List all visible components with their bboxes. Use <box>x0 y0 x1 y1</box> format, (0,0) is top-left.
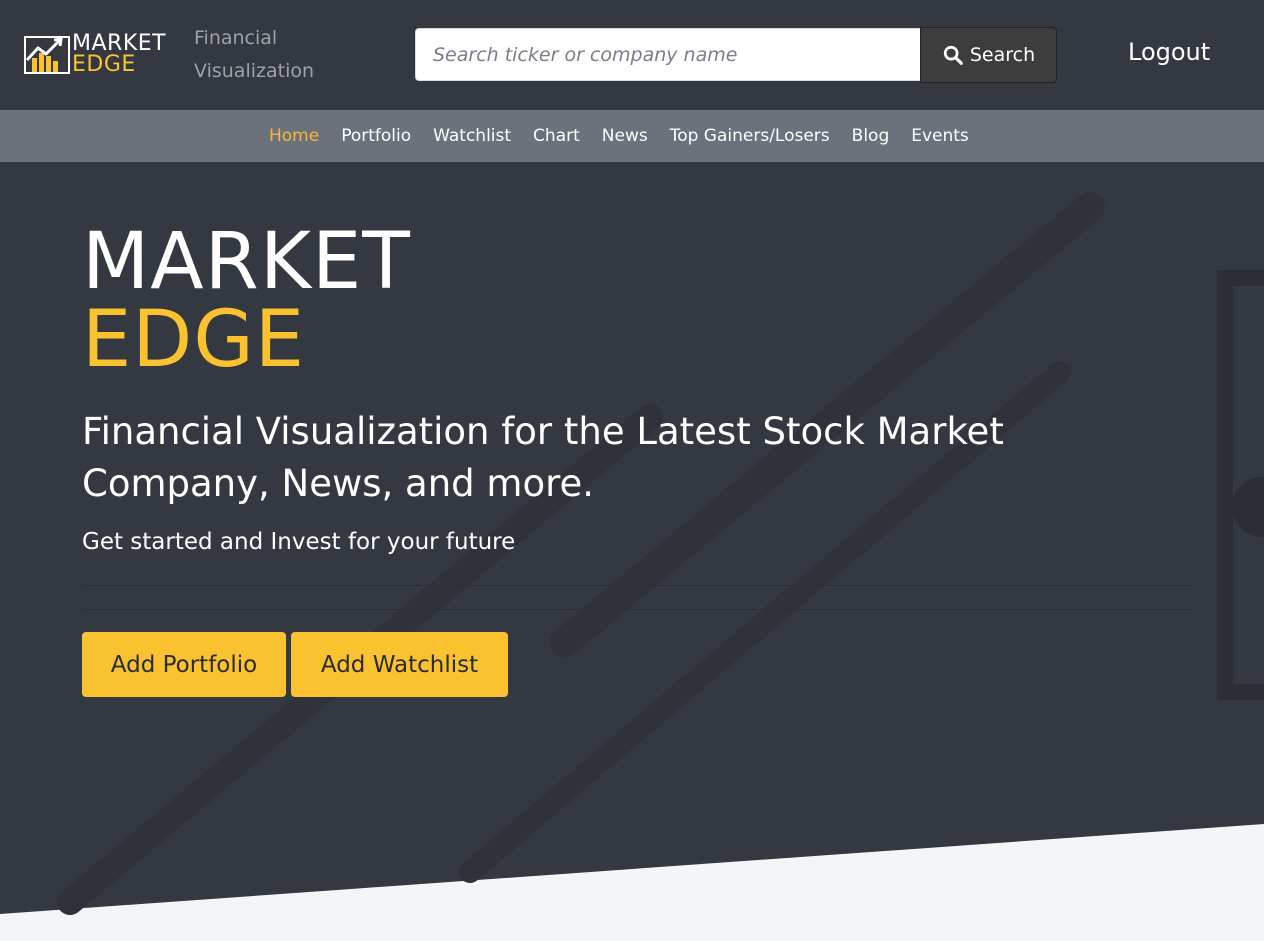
nav-item-watchlist[interactable]: Watchlist <box>422 126 522 146</box>
logout-link[interactable]: Logout <box>1128 38 1210 66</box>
hero-subtitle: Get started and Invest for your future <box>82 529 516 555</box>
brand-logo[interactable]: MARKET EDGE <box>24 32 172 77</box>
nav-item-blog[interactable]: Blog <box>841 126 901 146</box>
nav-items: Home Portfolio Watchlist Chart News Top … <box>258 110 980 162</box>
main-nav: Home Portfolio Watchlist Chart News Top … <box>0 110 1264 162</box>
hero-lead-text: Financial Visualization for the Latest S… <box>82 410 1004 505</box>
nav-item-news[interactable]: News <box>591 126 659 146</box>
hero-title-edge: EDGE <box>82 295 306 385</box>
hero-title-market: MARKET <box>82 217 411 307</box>
chart-logo-icon <box>24 36 70 74</box>
search-button-label: Search <box>969 44 1036 66</box>
search-icon <box>943 45 963 65</box>
search-button[interactable]: Search <box>920 27 1057 83</box>
nav-item-portfolio[interactable]: Portfolio <box>330 126 422 146</box>
nav-item-top-gainers-losers[interactable]: Top Gainers/Losers <box>659 126 841 146</box>
add-watchlist-button[interactable]: Add Watchlist <box>291 632 508 697</box>
add-portfolio-button[interactable]: Add Portfolio <box>82 632 286 697</box>
hero-divider <box>82 609 1192 610</box>
logo-text-edge: EDGE <box>72 52 136 77</box>
brand-tagline: Financial Visualization <box>194 27 315 82</box>
nav-item-home[interactable]: Home <box>258 126 330 146</box>
nav-item-chart[interactable]: Chart <box>522 126 591 146</box>
search-input[interactable] <box>415 28 921 81</box>
search-form: Search <box>415 27 1057 83</box>
top-header: MARKET EDGE Financial Visualization Sear… <box>0 0 1264 110</box>
hero-divider <box>82 585 1192 586</box>
hero-section: MARKET EDGE Financial Visualization for … <box>0 162 1264 941</box>
nav-item-events[interactable]: Events <box>900 126 980 146</box>
